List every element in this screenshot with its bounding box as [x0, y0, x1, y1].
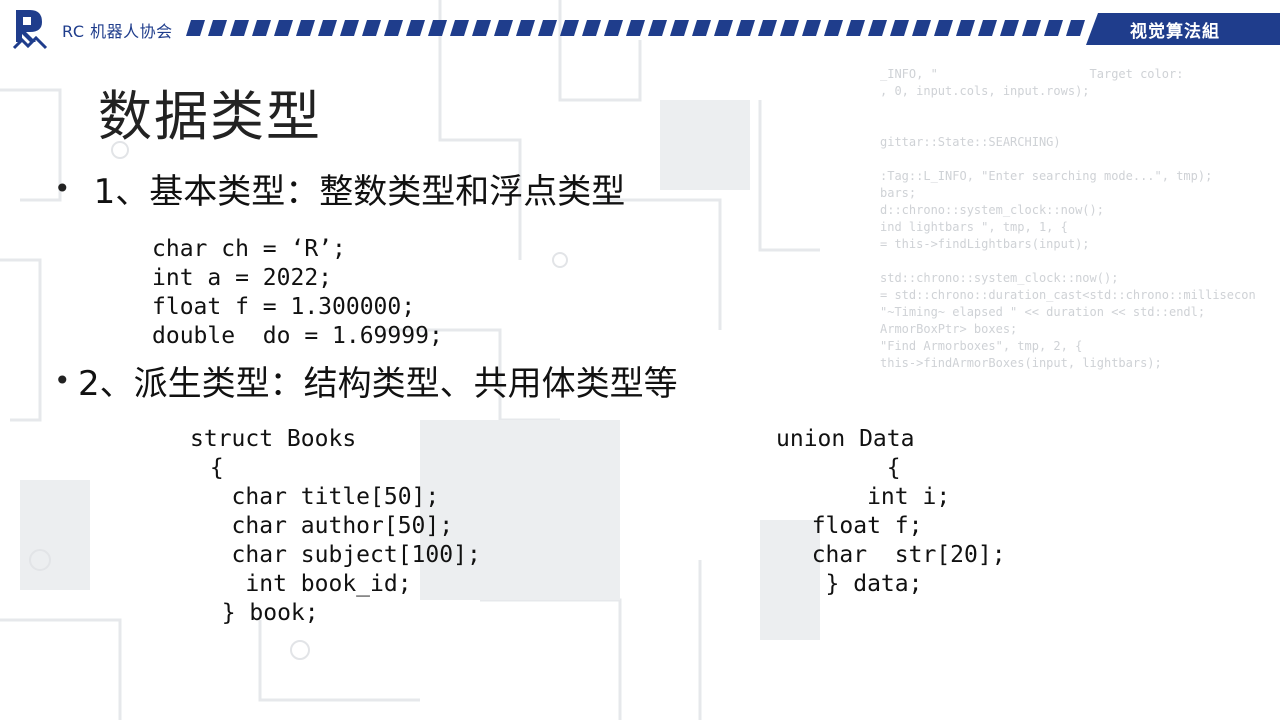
stripe-segment [824, 20, 843, 36]
code-line: char ch = ‘R’; [152, 236, 346, 262]
code-line: struct Books [190, 426, 357, 452]
code-line: float f; [784, 513, 923, 539]
stripe-segment [450, 20, 469, 36]
stripe-segment [758, 20, 777, 36]
header-stripe-band [186, 20, 1085, 36]
code-line: char title[50]; [190, 484, 440, 510]
stripe-segment [956, 20, 975, 36]
code-line: float f = 1.300000; [152, 294, 416, 320]
stripe-segment [1022, 20, 1041, 36]
stripe-segment [780, 20, 799, 36]
code-line: char subject[100]; [190, 542, 481, 568]
stripe-segment [978, 20, 997, 36]
stripe-segment [1044, 20, 1063, 36]
stripe-segment [516, 20, 535, 36]
stripe-segment [868, 20, 887, 36]
code-line: int a = 2022; [152, 265, 333, 291]
struct-books-code: struct Books { char title[50]; char auth… [190, 396, 481, 628]
code-line: char author[50]; [190, 513, 454, 539]
stripe-segment [912, 20, 931, 36]
stripe-segment [670, 20, 689, 36]
stripe-segment [472, 20, 491, 36]
stripe-segment [230, 20, 249, 36]
stripe-segment [626, 20, 645, 36]
stripe-segment [384, 20, 403, 36]
rc-logo [12, 10, 48, 50]
stripe-segment [406, 20, 425, 36]
bullet-2: • [54, 364, 71, 397]
stripe-segment [648, 20, 667, 36]
code-line: int i; [784, 484, 951, 510]
union-data-code: union Data { int i; float f; char str[20… [776, 396, 1006, 599]
stripe-segment [890, 20, 909, 36]
stripe-segment [494, 20, 513, 36]
stripe-segment [296, 20, 315, 36]
stripe-segment [252, 20, 271, 36]
stripe-segment [1000, 20, 1019, 36]
bullet-1: • [54, 172, 71, 205]
stripe-segment [736, 20, 755, 36]
stripe-segment [208, 20, 227, 36]
stripe-segment [1066, 20, 1085, 36]
code-line: { [196, 455, 224, 481]
stripe-segment [582, 20, 601, 36]
stripe-segment [538, 20, 557, 36]
code-line: } data; [784, 571, 923, 597]
code-line: int book_id; [190, 571, 412, 597]
stripe-segment [560, 20, 579, 36]
slide-title: 数据类型 [98, 85, 322, 148]
stripe-segment [934, 20, 953, 36]
code-line: } book; [194, 600, 319, 626]
stripe-segment [186, 20, 205, 36]
stripe-segment [692, 20, 711, 36]
code-line: union Data [776, 426, 915, 452]
background-code-text: _INFO, " Target color: , 0, input.cols, … [880, 67, 1256, 370]
code-line: char str[20]; [784, 542, 1006, 568]
stripe-segment [428, 20, 447, 36]
stripe-segment [340, 20, 359, 36]
stripe-segment [846, 20, 865, 36]
stripe-segment [604, 20, 623, 36]
brand-name: RC 机器人协会 [62, 22, 173, 41]
basic-types-code: char ch = ‘R’; int a = 2022; float f = 1.3… [152, 206, 443, 351]
stripe-segment [714, 20, 733, 36]
stripe-segment [274, 20, 293, 36]
stripe-segment [362, 20, 381, 36]
stripe-segment [318, 20, 337, 36]
section-tag-label: 视觉算法組 [1130, 22, 1220, 42]
code-line: { [776, 455, 901, 481]
code-line: double do = 1.69999; [152, 323, 443, 349]
stripe-segment [802, 20, 821, 36]
